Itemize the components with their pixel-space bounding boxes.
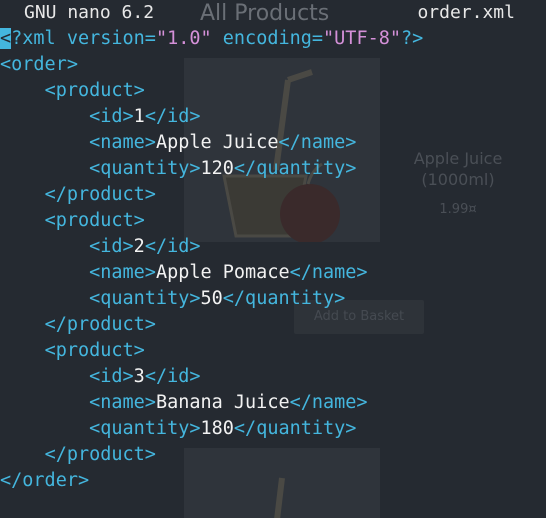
product-quantity-line[interactable]: <quantity>120</quantity> — [0, 156, 546, 182]
product-close-line[interactable]: </product> — [0, 312, 546, 338]
file-name: order.xml — [417, 2, 515, 23]
product-id-line[interactable]: <id>2</id> — [0, 234, 546, 260]
product-name-line[interactable]: <name>Apple Pomace</name> — [0, 260, 546, 286]
product-open-line[interactable]: <product> — [0, 208, 546, 234]
product-id-line[interactable]: <id>1</id> — [0, 104, 546, 130]
product-open-line[interactable]: <product> — [0, 338, 546, 364]
text-editor-area[interactable]: <?xml version="1.0" encoding="UTF-8"?> <… — [0, 26, 546, 494]
product-quantity-line[interactable]: <quantity>180</quantity> — [0, 416, 546, 442]
product-quantity-line[interactable]: <quantity>50</quantity> — [0, 286, 546, 312]
product-name-line[interactable]: <name>Apple Juice</name> — [0, 130, 546, 156]
order-close-line[interactable]: </order> — [0, 468, 546, 494]
product-id-line[interactable]: <id>3</id> — [0, 364, 546, 390]
nano-titlebar: GNU nano 6.2 order.xml — [0, 0, 546, 28]
xml-declaration-line[interactable]: <?xml version="1.0" encoding="UTF-8"?> — [0, 26, 546, 52]
order-open-line[interactable]: <order> — [0, 52, 546, 78]
editor-version: GNU nano 6.2 — [24, 2, 155, 23]
product-close-line[interactable]: </product> — [0, 182, 546, 208]
product-open-line[interactable]: <product> — [0, 78, 546, 104]
product-name-line[interactable]: <name>Banana Juice</name> — [0, 390, 546, 416]
text-cursor: < — [0, 28, 12, 49]
product-close-line[interactable]: </product> — [0, 442, 546, 468]
